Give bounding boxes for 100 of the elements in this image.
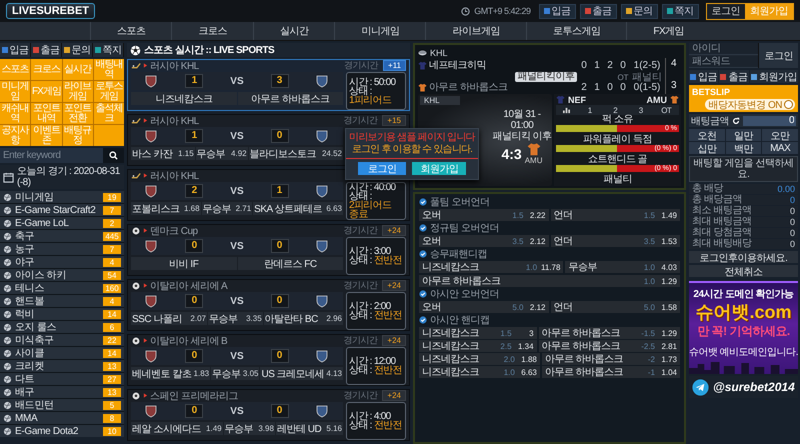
sport-item[interactable]: 럭비 14: [0, 308, 124, 320]
site-logo[interactable]: LIVESUREBET: [6, 3, 96, 19]
quick-button[interactable]: 쪽지: [93, 43, 124, 57]
sport-item[interactable]: 배구 13: [0, 386, 124, 398]
amount-field[interactable]: 0: [743, 116, 796, 126]
amount-button[interactable]: 오천: [689, 129, 725, 141]
odds-button[interactable]: 바스 카잔 1.15: [131, 147, 195, 160]
odds-button[interactable]: 니즈네캄스크 2.5 1.34: [419, 340, 537, 352]
odds-button[interactable]: 오버 5.0 2.12: [419, 301, 548, 313]
period-tab[interactable]: 2: [602, 106, 628, 114]
sport-item[interactable]: E-Game StarCraft2 7: [0, 204, 124, 216]
odds-button[interactable]: US 크레모네세 4.13: [260, 367, 343, 380]
odds-button[interactable]: 무승부 3.05: [211, 367, 260, 380]
header-button[interactable]: 쪽지: [662, 4, 698, 18]
period-tab[interactable]: 3: [628, 106, 654, 114]
odds-button[interactable]: 아무르 하바롭스크 1.0 1.29: [419, 275, 680, 287]
sport-item[interactable]: 크리켓 13: [0, 360, 124, 372]
match-card[interactable]: 러시아 KHL 경기시간 +11 1 VS 3 니즈네캄스크 아무르 하바롭스크 시간 : 50:00 상태 : 1피리어드: [127, 59, 410, 111]
amount-button[interactable]: 십만: [689, 142, 725, 154]
time-badge[interactable]: +24: [382, 225, 406, 236]
odds-button[interactable]: 무승부 4.92: [196, 147, 248, 160]
odds-button[interactable]: 아무르 하바롭스크 -2.5 2.81: [538, 340, 680, 352]
nav-link[interactable]: FX게임: [626, 22, 710, 40]
login-button[interactable]: 로그인: [758, 43, 798, 68]
search-field[interactable]: Enter keyword: [0, 148, 103, 163]
sport-item[interactable]: 테니스 160: [0, 282, 124, 294]
odds-button[interactable]: 무승부 3.98: [224, 422, 275, 435]
quick-button[interactable]: 문의: [62, 43, 93, 57]
time-badge[interactable]: +24: [382, 280, 406, 291]
login-button[interactable]: 로그인: [706, 4, 745, 18]
search-icon[interactable]: [109, 151, 118, 160]
nav-link[interactable]: 라이브게임: [425, 22, 526, 40]
match-card[interactable]: 이탈리아 세리에 B 경기시간 +24 0 VS 0 베네벤토 칼초 1.83 무승부 3.05 US 크레모네세 4.13 시간 : 12:00 상태 : 전반전: [127, 334, 410, 386]
password-field[interactable]: 패스워드: [689, 56, 758, 68]
sport-item[interactable]: 아이스 하키 54: [0, 269, 124, 281]
refresh-icon[interactable]: [732, 116, 740, 124]
bar-chart-icon[interactable]: [562, 106, 571, 114]
account-button[interactable]: 회원가입: [750, 70, 798, 83]
sport-item[interactable]: E-Game Dota2 10: [0, 425, 124, 437]
telegram-card[interactable]: @surebet2014: [689, 376, 798, 398]
header-button[interactable]: 출금: [580, 4, 616, 18]
login-button[interactable]: 로그인후이용하세요.: [689, 251, 798, 263]
odds-button[interactable]: 블라디보스토크 24.52: [248, 147, 343, 160]
cancel-button[interactable]: 전체취소: [689, 265, 798, 277]
nav-link[interactable]: 로투스게임: [526, 22, 626, 40]
match-card[interactable]: 덴마크 Cup 경기시간 +24 0 VS 0 비비 IF 란데르스 FC 시간 : 3:00 상태 : 전반전: [127, 224, 410, 276]
sport-item[interactable]: 다트 27: [0, 373, 124, 385]
odds-button[interactable]: 무승부 3.35: [208, 312, 263, 325]
amount-button[interactable]: 백만: [726, 142, 762, 154]
odds-button[interactable]: 포볼리스크 1.68: [131, 202, 201, 215]
odds-button[interactable]: 오버 3.5 2.12: [419, 235, 548, 247]
amount-button[interactable]: 오만: [762, 129, 798, 141]
odds-button[interactable]: 니즈네캄스크 2.0 1.88: [419, 353, 540, 365]
odds-button[interactable]: 무승부 1.0 4.03: [565, 261, 680, 273]
id-field[interactable]: 아이디: [689, 43, 758, 55]
quick-button[interactable]: 출금: [31, 43, 62, 57]
sport-item[interactable]: 미식축구 22: [0, 334, 124, 346]
sport-item[interactable]: MMA 8: [0, 412, 124, 424]
amount-button[interactable]: MAX: [762, 142, 798, 154]
match-card[interactable]: 스페인 프리메라리그 경기시간 +24 0 VS 0 레알 소시에다드 1.49 무승부 3.98 레반테 UD 5.16 시간 : 4:00 상태 : 전반전: [127, 389, 410, 441]
quick-button[interactable]: 입금: [0, 43, 31, 57]
sport-item[interactable]: 야구 4: [0, 256, 124, 268]
nav-link[interactable]: 미니게임: [334, 22, 426, 40]
odds-button[interactable]: 오버 1.5 2.22: [419, 209, 548, 221]
odds-button[interactable]: SKA 상트페테르 6.63: [253, 202, 343, 215]
odds-button[interactable]: 아탈란타 BC 2.96: [264, 312, 343, 325]
odds-button[interactable]: 레알 소시에다드 1.49: [131, 422, 223, 435]
match-card[interactable]: 이탈리아 세리에 A 경기시간 +24 0 VS 0 SSC 나폴리 2.07 무승부 3.35 아탈란타 BC 2.96 시간 : 2:00 상태 : 전반전: [127, 279, 410, 331]
time-badge[interactable]: +15: [382, 115, 406, 126]
nav-link[interactable]: 스포츠: [90, 22, 172, 40]
sport-item[interactable]: 핸드볼 4: [0, 295, 124, 307]
odds-button[interactable]: 니즈네캄스크 1.0 6.63: [419, 366, 540, 378]
account-button[interactable]: 출금: [719, 70, 749, 83]
header-button[interactable]: 입금: [538, 4, 576, 18]
nav-link[interactable]: 실시간: [252, 22, 334, 40]
header-button[interactable]: 문의: [620, 4, 658, 18]
time-badge[interactable]: +24: [382, 390, 406, 401]
odds-button[interactable]: 아무르 하바롭스크 -2 1.73: [542, 353, 680, 365]
odds-button[interactable]: 언더 3.5 1.53: [550, 235, 680, 247]
sport-item[interactable]: 축구 445: [0, 230, 124, 242]
period-tab[interactable]: 1: [577, 106, 602, 114]
nav-link[interactable]: 크로스: [171, 22, 253, 40]
sport-item[interactable]: 배드민턴 5: [0, 399, 124, 411]
odds-button[interactable]: 아무르 하바롭스크 -1 1.04: [542, 366, 680, 378]
odds-button[interactable]: 무승부 2.71: [202, 202, 252, 215]
time-badge[interactable]: +24: [382, 335, 406, 346]
odds-button[interactable]: 레반테 UD 5.16: [276, 422, 343, 435]
odds-button[interactable]: 언더 5.0 1.58: [550, 301, 680, 313]
account-button[interactable]: 입금: [689, 70, 718, 83]
auto-odds-toggle[interactable]: 배당자동변경 ON: [704, 99, 795, 110]
sport-item[interactable]: 미니게임 19: [0, 191, 124, 203]
login-button[interactable]: 로그인: [358, 162, 406, 175]
sport-item[interactable]: E-Game LoL 2: [0, 217, 124, 229]
sport-item[interactable]: 사이클 14: [0, 347, 124, 359]
ad-banner[interactable]: 24시간 도메인 확인가능 슈어뱃.com 만 꼭! 기억하세요. 슈어뱃 예비도메인입니다.: [689, 281, 798, 374]
time-badge[interactable]: +11: [383, 60, 406, 71]
odds-button[interactable]: 아무르 하바롭스크 -1.5 1.29: [538, 327, 680, 339]
sport-item[interactable]: 농구 7: [0, 243, 124, 255]
period-tab[interactable]: OT: [654, 106, 679, 114]
sport-item[interactable]: 오지 룰스 6: [0, 321, 124, 333]
